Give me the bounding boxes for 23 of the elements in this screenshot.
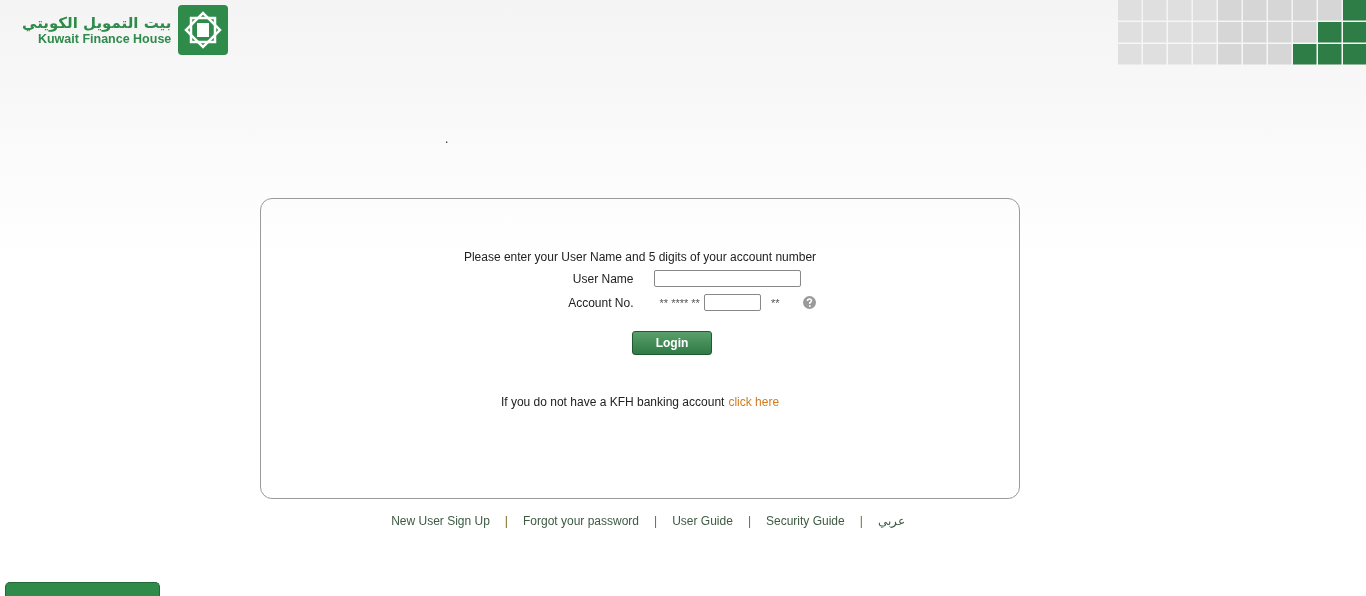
logo-english-text: Kuwait Finance House	[37, 31, 172, 47]
login-button[interactable]: Login	[632, 331, 712, 355]
separator: |	[654, 514, 658, 528]
footer-link[interactable]: New User Sign Up	[391, 514, 490, 528]
signup-text: If you do not have a KFH banking account	[500, 395, 725, 409]
account-mask-text: ** **** **	[658, 296, 700, 309]
username-input-field[interactable]	[653, 270, 801, 287]
separator: |	[504, 514, 508, 528]
footer-link[interactable]: عربي	[877, 514, 905, 528]
dot-text: .	[445, 132, 449, 146]
logo-arabic-text: بيت التمويل الكويتي	[22, 13, 172, 32]
help-icon[interactable]	[803, 296, 817, 309]
separator: |	[747, 514, 751, 528]
account-mask-text: **	[769, 296, 780, 309]
instruction-text: Please enter your User Name and 5 digits of your account number	[463, 249, 817, 265]
account-input-field[interactable]	[703, 294, 761, 311]
footer-link[interactable]: Security Guide	[766, 514, 845, 528]
separator: |	[859, 514, 863, 528]
logo-icon	[178, 5, 229, 55]
field-label: User Name	[571, 271, 635, 286]
footer-link[interactable]: User Guide	[672, 514, 733, 528]
field-label: Account No.	[567, 295, 635, 310]
footer-link[interactable]: Forgot your password	[523, 514, 640, 528]
